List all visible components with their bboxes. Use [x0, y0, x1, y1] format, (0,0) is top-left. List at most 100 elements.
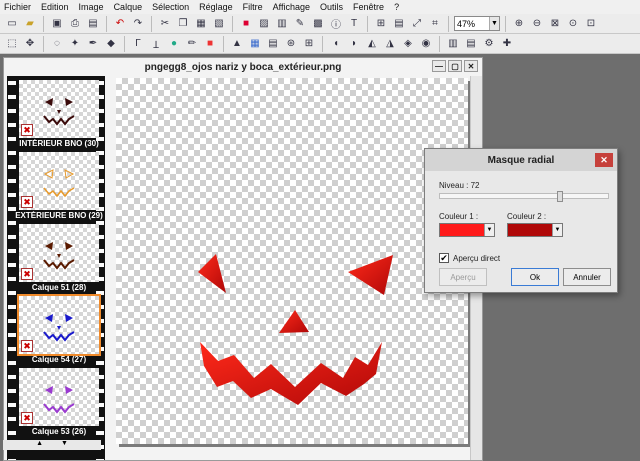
layers-icon[interactable]: ▥	[274, 16, 290, 32]
close-icon[interactable]: ✕	[464, 60, 478, 72]
zoom-actual-icon[interactable]: ⊙	[565, 16, 581, 32]
tools-toolbar: ⬚ ✥ ◌ ✦ ✒ ◆ Γ Ʇ ● ✏ ■ ▲ ▦ ▤ ⊛ ⊞ ◖ ◗ ◭ ◮ …	[0, 34, 640, 54]
sharpen-icon[interactable]: ◭	[364, 36, 380, 52]
close-icon[interactable]: ✕	[595, 153, 613, 167]
menu-fenetre[interactable]: Fenêtre	[353, 2, 384, 12]
histogram-icon[interactable]: ▲	[229, 36, 245, 52]
layer-scrollbar[interactable]: ▲ ▼	[3, 440, 101, 450]
zoom-out-icon[interactable]: ⊖	[529, 16, 545, 32]
window-cascade-icon[interactable]: ▤	[463, 36, 479, 52]
layers-stack-icon[interactable]: ▤	[391, 16, 407, 32]
slider-handle[interactable]	[557, 191, 563, 202]
settings-icon[interactable]: ⚙	[481, 36, 497, 52]
rotate-left-icon[interactable]: Γ	[130, 36, 146, 52]
smudge-icon[interactable]: ◮	[382, 36, 398, 52]
menu-affichage[interactable]: Affichage	[273, 2, 310, 12]
redo-icon[interactable]: ↷	[130, 16, 146, 32]
blur-icon[interactable]: ◗	[346, 36, 362, 52]
paste-icon[interactable]: ▦	[193, 16, 209, 32]
layer-item[interactable]: ✖ Calque 51 (28)	[19, 224, 99, 294]
menu-help[interactable]: ?	[394, 2, 399, 12]
chevron-down-icon[interactable]: ▼	[552, 224, 562, 236]
menu-image[interactable]: Image	[79, 2, 104, 12]
print-icon[interactable]: ⎙	[67, 16, 83, 32]
move-icon[interactable]: ✥	[22, 36, 38, 52]
ok-button[interactable]: Ok	[511, 268, 559, 286]
layer-item[interactable]: ✖ EXTÉRIEURE BNO (29)	[15, 152, 103, 222]
extras-icon[interactable]: ✚	[499, 36, 515, 52]
document-title-bar[interactable]: pngegg8_ojos nariz y boca_extérieur.png …	[4, 58, 482, 76]
layer-visibility-icon[interactable]: ✖	[21, 124, 33, 136]
cut-icon[interactable]: ✂	[157, 16, 173, 32]
layer-item-selected[interactable]: ✖ Calque 54 (27)	[17, 294, 101, 366]
rgb-icon[interactable]: ▦	[247, 36, 263, 52]
brush-icon[interactable]: ✒	[85, 36, 101, 52]
menu-filtre[interactable]: Filtre	[243, 2, 263, 12]
menu-calque[interactable]: Calque	[114, 2, 143, 12]
window-tile-icon[interactable]: ▥	[445, 36, 461, 52]
undo-icon[interactable]: ↶	[112, 16, 128, 32]
new-file-icon[interactable]: ▭	[4, 16, 20, 32]
fill-icon[interactable]: ◆	[103, 36, 119, 52]
open-folder-icon[interactable]: ▰	[22, 16, 38, 32]
left-eye-shape	[198, 254, 226, 293]
magic-wand-icon[interactable]: ✦	[67, 36, 83, 52]
layer-visibility-icon[interactable]: ✖	[21, 340, 33, 352]
menu-edition[interactable]: Edition	[41, 2, 69, 12]
preview-button[interactable]: Aperçu	[439, 268, 487, 286]
layer-visibility-icon[interactable]: ✖	[21, 412, 33, 424]
lasso-icon[interactable]: ◌	[49, 36, 65, 52]
sponge-icon[interactable]: ◈	[400, 36, 416, 52]
info-icon[interactable]: ⓘ	[328, 16, 344, 32]
resize-icon[interactable]: ⤢	[409, 16, 425, 32]
layer-item[interactable]: ✖ Calque 53 (26)	[19, 368, 99, 438]
layer-item[interactable]: ✖ INTÉRIEUR BNO (30)	[19, 80, 99, 150]
copy-icon[interactable]: ❐	[175, 16, 191, 32]
chevron-down-icon[interactable]: ▼	[489, 17, 499, 30]
pencil-icon[interactable]: ✏	[184, 36, 200, 52]
text-icon[interactable]: T	[346, 16, 362, 32]
zoom-in-icon[interactable]: ⊕	[511, 16, 527, 32]
save-icon[interactable]: ▣	[49, 16, 65, 32]
cancel-button[interactable]: Annuler	[563, 268, 611, 286]
menu-outils[interactable]: Outils	[320, 2, 343, 12]
filters-icon[interactable]: ⊞	[301, 36, 317, 52]
chevron-down-icon[interactable]: ▼	[484, 224, 494, 236]
layer-visibility-icon[interactable]: ✖	[21, 196, 33, 208]
color2-picker[interactable]: ▼	[507, 223, 563, 237]
crop-icon[interactable]: ⌗	[427, 16, 443, 32]
main-toolbar: ▭ ▰ ▣ ⎙ ▤ ↶ ↷ ✂ ❐ ▦ ▧ ■ ▨ ▥ ✎ ▩ ⓘ T ⊞ ▤ …	[0, 14, 640, 34]
dialog-title-bar[interactable]: Masque radial ✕	[425, 149, 617, 171]
color-palette-icon[interactable]: ■	[238, 16, 254, 32]
image-canvas[interactable]	[116, 78, 468, 444]
rotate-right-icon[interactable]: Ʇ	[148, 36, 164, 52]
zoom-fit-icon[interactable]: ⊠	[547, 16, 563, 32]
effects-icon[interactable]: ⊛	[283, 36, 299, 52]
zoom-select[interactable]: 47% ▼	[454, 16, 500, 31]
minimize-icon[interactable]: —	[432, 60, 446, 72]
color1-picker[interactable]: ▼	[439, 223, 495, 237]
script-icon[interactable]: ▩	[310, 16, 326, 32]
zoom-window-icon[interactable]: ⊡	[583, 16, 599, 32]
drop-icon[interactable]: ◖	[328, 36, 344, 52]
scroll-up-icon[interactable]: ▲	[36, 440, 43, 450]
level-slider[interactable]	[439, 191, 609, 202]
levels-icon[interactable]: ▤	[265, 36, 281, 52]
selection-icon[interactable]: ⬚	[4, 36, 20, 52]
maximize-icon[interactable]: ▢	[448, 60, 462, 72]
face-thumbnail-icon	[43, 314, 75, 342]
layer-visibility-icon[interactable]: ✖	[21, 268, 33, 280]
image-icon[interactable]: ▨	[256, 16, 272, 32]
scroll-down-icon[interactable]: ▼	[61, 440, 68, 450]
menu-selection[interactable]: Sélection	[152, 2, 189, 12]
tools-icon[interactable]: ✎	[292, 16, 308, 32]
paste-new-icon[interactable]: ▧	[211, 16, 227, 32]
color-swatches-icon[interactable]: ■	[202, 36, 218, 52]
menu-reglage[interactable]: Réglage	[199, 2, 233, 12]
menu-fichier[interactable]: Fichier	[4, 2, 31, 12]
palette-icon[interactable]: ●	[166, 36, 182, 52]
grid-icon[interactable]: ⊞	[373, 16, 389, 32]
live-preview-checkbox[interactable]: ✔	[439, 253, 449, 263]
scanner-icon[interactable]: ▤	[85, 16, 101, 32]
dodge-icon[interactable]: ◉	[418, 36, 434, 52]
